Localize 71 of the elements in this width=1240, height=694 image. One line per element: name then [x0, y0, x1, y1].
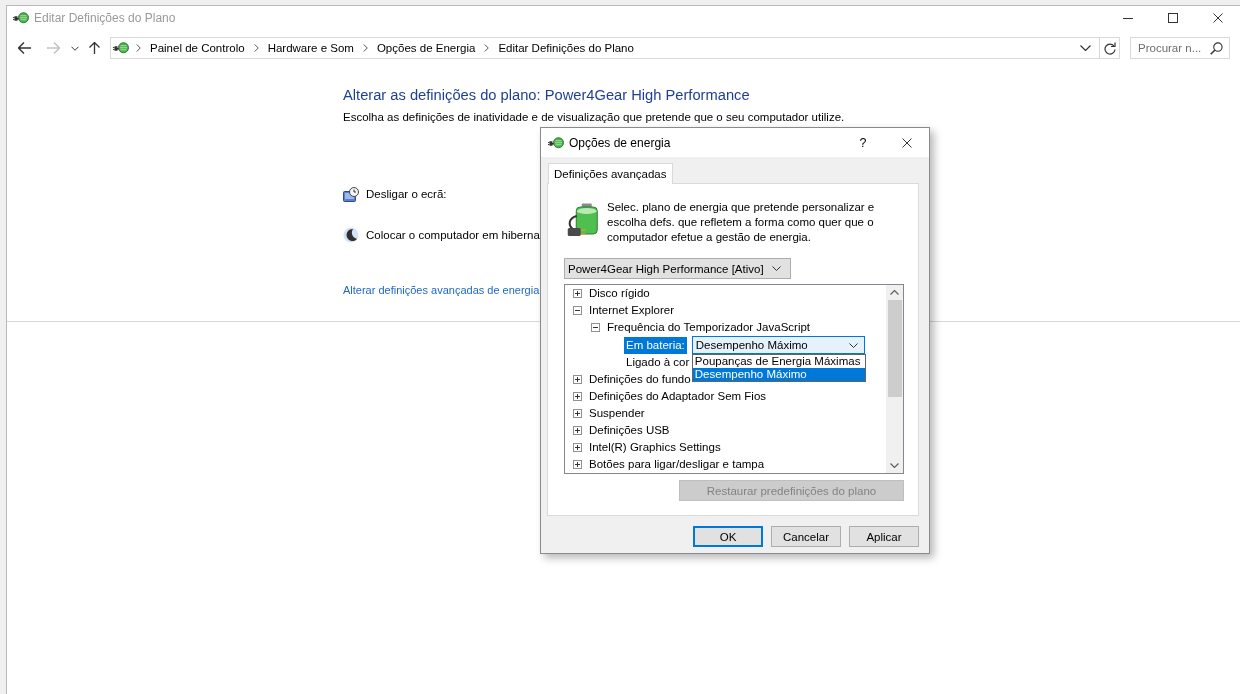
page-description: Escolha as definições de inatividade e de visualização que pretende que o seu computador utilize. [343, 110, 846, 125]
arrow-left-icon [17, 42, 31, 54]
tree-item[interactable]: Intel(R) Graphics Settings [587, 439, 723, 456]
close-icon [901, 137, 912, 148]
power-plug-icon [548, 136, 564, 149]
chevron-down-icon [848, 342, 858, 348]
search-field[interactable]: Procurar n... [1130, 37, 1230, 59]
moon-icon [343, 227, 359, 243]
monitor-clock-icon [343, 186, 359, 202]
plus-box-icon[interactable] [573, 289, 582, 298]
plan-dropdown[interactable]: Power4Gear High Performance [Ativo] [564, 258, 791, 279]
minimize-icon [1122, 17, 1133, 19]
search-icon[interactable] [1210, 42, 1223, 55]
breadcrumb[interactable]: Editar Definições do Plano [496, 40, 636, 56]
dialog-button[interactable]: Aplicar [849, 526, 919, 547]
tree-item[interactable]: Suspender [587, 405, 647, 422]
plus-box-icon[interactable] [573, 409, 582, 418]
chevron-right-icon[interactable] [362, 44, 368, 52]
chevron-down-icon[interactable] [1080, 45, 1091, 51]
refresh-button[interactable] [1099, 38, 1119, 58]
breadcrumb[interactable]: Hardware e Som [265, 40, 356, 56]
tree-item[interactable]: Definições do Adaptador Sem Fios [587, 388, 769, 405]
close-icon [1212, 13, 1223, 23]
tree-item[interactable]: Definições do fundo [587, 371, 693, 388]
scrollbar[interactable] [886, 285, 903, 473]
address-bar[interactable]: Painel de Controlo Hardware e Som Opções de Energia Editar Definições do Plano [110, 37, 1120, 59]
page-title: Alterar as definições do plano: Power4Gear High Performance [343, 86, 751, 104]
value-dropdown[interactable]: Desempenho Máximo [691, 336, 865, 354]
power-plug-icon [113, 42, 129, 54]
tree-item[interactable]: Frequência do Temporizador JavaScript [605, 319, 813, 336]
tree-item[interactable]: Internet Explorer [587, 302, 676, 319]
plus-box-icon[interactable] [573, 392, 582, 401]
power-plug-icon [13, 12, 29, 24]
tree-item[interactable]: Disco rígido [587, 285, 652, 302]
dropdown-option[interactable]: Desempenho Máximo [692, 368, 865, 381]
chevron-right-icon[interactable] [253, 44, 259, 52]
dialog-button[interactable]: Cancelar [771, 526, 841, 547]
setting-label[interactable]: Ligado à cor [624, 354, 692, 371]
description-text: Selec. plano de energia que pretende personalizar e escolha defs. que refletem a forma como quer que o computador efetue a gestão de energia. [607, 200, 876, 245]
tree-item[interactable]: Definições USB [587, 422, 672, 439]
chevron-down-icon [772, 266, 781, 271]
help-button[interactable]: ? [848, 128, 878, 157]
chevron-up-icon[interactable] [890, 290, 899, 295]
tree-item[interactable]: Botões para ligar/desligar e tampa [587, 456, 767, 473]
setting-label: Colocar o computador em hiberna [366, 227, 540, 243]
tab[interactable]: Definições avançadas [548, 163, 673, 184]
plus-box-icon[interactable] [573, 375, 582, 384]
breadcrumb[interactable]: Opções de Energia [374, 40, 478, 56]
window-title: Editar Definições do Plano [34, 11, 176, 25]
chevron-down-icon[interactable] [890, 463, 899, 468]
chevron-right-icon[interactable] [136, 44, 141, 52]
chevron-right-icon[interactable] [484, 44, 490, 52]
dropdown-option[interactable]: Poupanças de Energia Máximas [692, 355, 865, 368]
plus-box-icon[interactable] [573, 443, 582, 452]
setting-label: Desligar o ecrã: [366, 186, 447, 202]
minus-box-icon[interactable] [573, 306, 582, 315]
plus-box-icon[interactable] [573, 426, 582, 435]
battery-plug-icon [567, 203, 598, 237]
plus-box-icon[interactable] [573, 460, 582, 469]
dialog-button[interactable]: OK [693, 526, 763, 547]
breadcrumb[interactable]: Painel de Controlo [148, 40, 247, 56]
dialog-title: Opções de energia [569, 135, 671, 150]
minus-box-icon[interactable] [591, 323, 600, 332]
arrow-right-icon [46, 42, 60, 54]
refresh-icon [1103, 41, 1116, 55]
advanced-settings-link[interactable]: Alterar definições avançadas de energia [343, 283, 540, 298]
chevron-down-icon [71, 45, 79, 51]
setting-label[interactable]: Em bateria: [624, 336, 687, 354]
scrollbar-thumb[interactable] [887, 300, 902, 397]
arrow-up-icon [88, 42, 100, 54]
maximize-icon [1167, 13, 1178, 23]
